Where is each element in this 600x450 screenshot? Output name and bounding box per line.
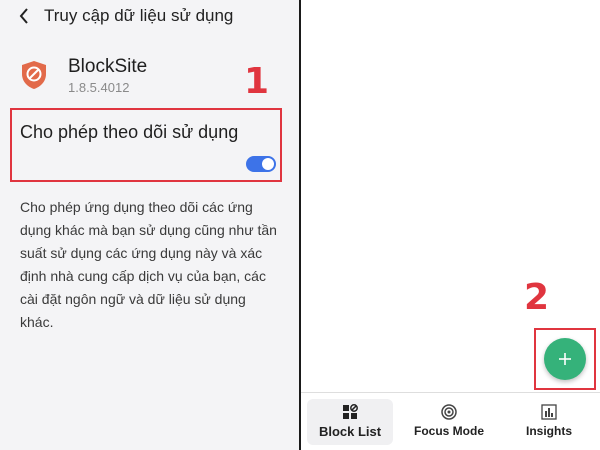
fab-highlight-frame (534, 328, 596, 390)
tab-label: Insights (525, 424, 572, 438)
toggle-label: Cho phép theo dõi sử dụng (20, 122, 239, 142)
app-version: 1.8.5.4012 (68, 80, 130, 95)
tab-block-list[interactable]: Block List (307, 399, 393, 445)
blocksite-main-screen: Block List Focus Mode Insights (301, 0, 600, 450)
permission-description: Cho phép ứng dụng theo dõi các ứng dụng … (20, 199, 277, 330)
block-list-icon (343, 404, 358, 419)
back-button[interactable] (14, 5, 34, 27)
add-button[interactable] (544, 338, 586, 380)
focus-target-icon (441, 404, 457, 420)
bar-chart-icon (541, 404, 557, 420)
tab-label: Focus Mode (413, 424, 484, 438)
tab-focus-mode[interactable]: Focus Mode (409, 399, 489, 445)
step-marker-1: 1 (244, 61, 270, 102)
app-name: BlockSite (68, 56, 148, 77)
switch-knob (262, 158, 274, 170)
tab-label: Block List (318, 424, 382, 439)
step-marker-2: 2 (524, 277, 550, 318)
tab-insights[interactable]: Insights (513, 399, 585, 445)
blocksite-app-icon (20, 60, 48, 90)
allow-usage-tracking-row[interactable]: Cho phép theo dõi sử dụng (10, 108, 282, 182)
usage-tracking-switch[interactable] (246, 156, 276, 172)
plus-icon (559, 353, 571, 365)
bottom-navigation: Block List Focus Mode Insights (301, 392, 600, 450)
page-title: Truy cập dữ liệu sử dụng (44, 6, 234, 25)
back-arrow-icon (19, 8, 28, 24)
